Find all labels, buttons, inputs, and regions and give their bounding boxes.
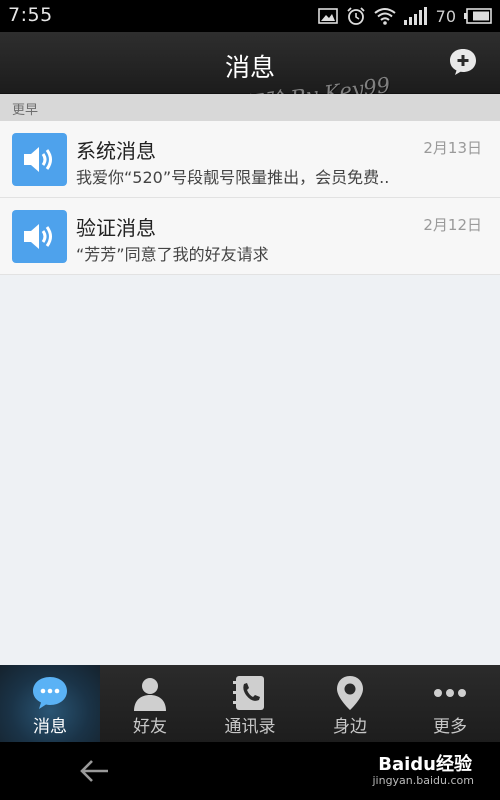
title-bar: 消息 百度经验 By Key99 (0, 32, 500, 123)
status-icons: 70 (317, 6, 492, 26)
message-date: 2月13日 (423, 139, 482, 157)
tab-label: 好友 (133, 717, 167, 737)
tab-contacts[interactable]: 通讯录 (200, 665, 300, 742)
message-item-system[interactable]: 系统消息 2月13日 我爱你“520”号段靓号限量推出，会员免费.. (0, 121, 500, 198)
signal-icon (403, 7, 427, 25)
back-arrow-icon[interactable] (78, 754, 112, 788)
baidu-url: jingyan.baidu.com (372, 774, 474, 787)
message-title: 验证消息 (76, 216, 156, 240)
wifi-icon (374, 8, 396, 25)
tab-nearby[interactable]: 身边 (300, 665, 400, 742)
tab-label: 身边 (333, 717, 367, 737)
tab-friends[interactable]: 好友 (100, 665, 200, 742)
status-bar: 7:55 70 (0, 0, 500, 32)
status-time: 7:55 (8, 4, 53, 26)
tab-label: 更多 (433, 717, 467, 737)
tab-more[interactable]: 更多 (400, 665, 500, 742)
speaker-icon (12, 133, 67, 186)
tab-label: 通讯录 (224, 717, 276, 737)
battery-icon (464, 8, 492, 24)
baidu-logo: Baidu经验 (378, 754, 472, 775)
message-title: 系统消息 (76, 139, 156, 163)
message-item-verification[interactable]: 验证消息 2月12日 “芳芳”同意了我的好友请求 (0, 198, 500, 275)
alarm-icon (347, 7, 365, 25)
more-dots-icon (434, 689, 466, 697)
message-preview: 我爱你“520”号段靓号限量推出，会员免费.. (76, 168, 390, 187)
section-header: 更早 (0, 94, 500, 121)
location-pin-icon (337, 676, 363, 710)
speaker-icon (12, 210, 67, 263)
image-icon (317, 8, 338, 24)
page-title: 消息 (224, 53, 275, 82)
person-icon (134, 678, 166, 711)
message-preview: “芳芳”同意了我的好友请求 (76, 245, 269, 264)
tab-label: 消息 (33, 717, 67, 737)
system-nav-bar: Baidu经验 jingyan.baidu.com (0, 742, 500, 800)
message-date: 2月12日 (423, 216, 482, 234)
battery-level: 70 (435, 6, 456, 26)
bottom-tab-bar: 消息 好友 通讯录 身边 更多 (0, 665, 500, 742)
add-chat-icon[interactable] (448, 47, 478, 77)
message-list-panel: 更早 系统消息 2月13日 我爱你“520”号段靓号限量推出，会员免费.. 验证… (0, 94, 500, 665)
contacts-icon (233, 676, 264, 710)
chat-bubble-icon (33, 677, 67, 709)
tab-messages[interactable]: 消息 (0, 665, 100, 742)
